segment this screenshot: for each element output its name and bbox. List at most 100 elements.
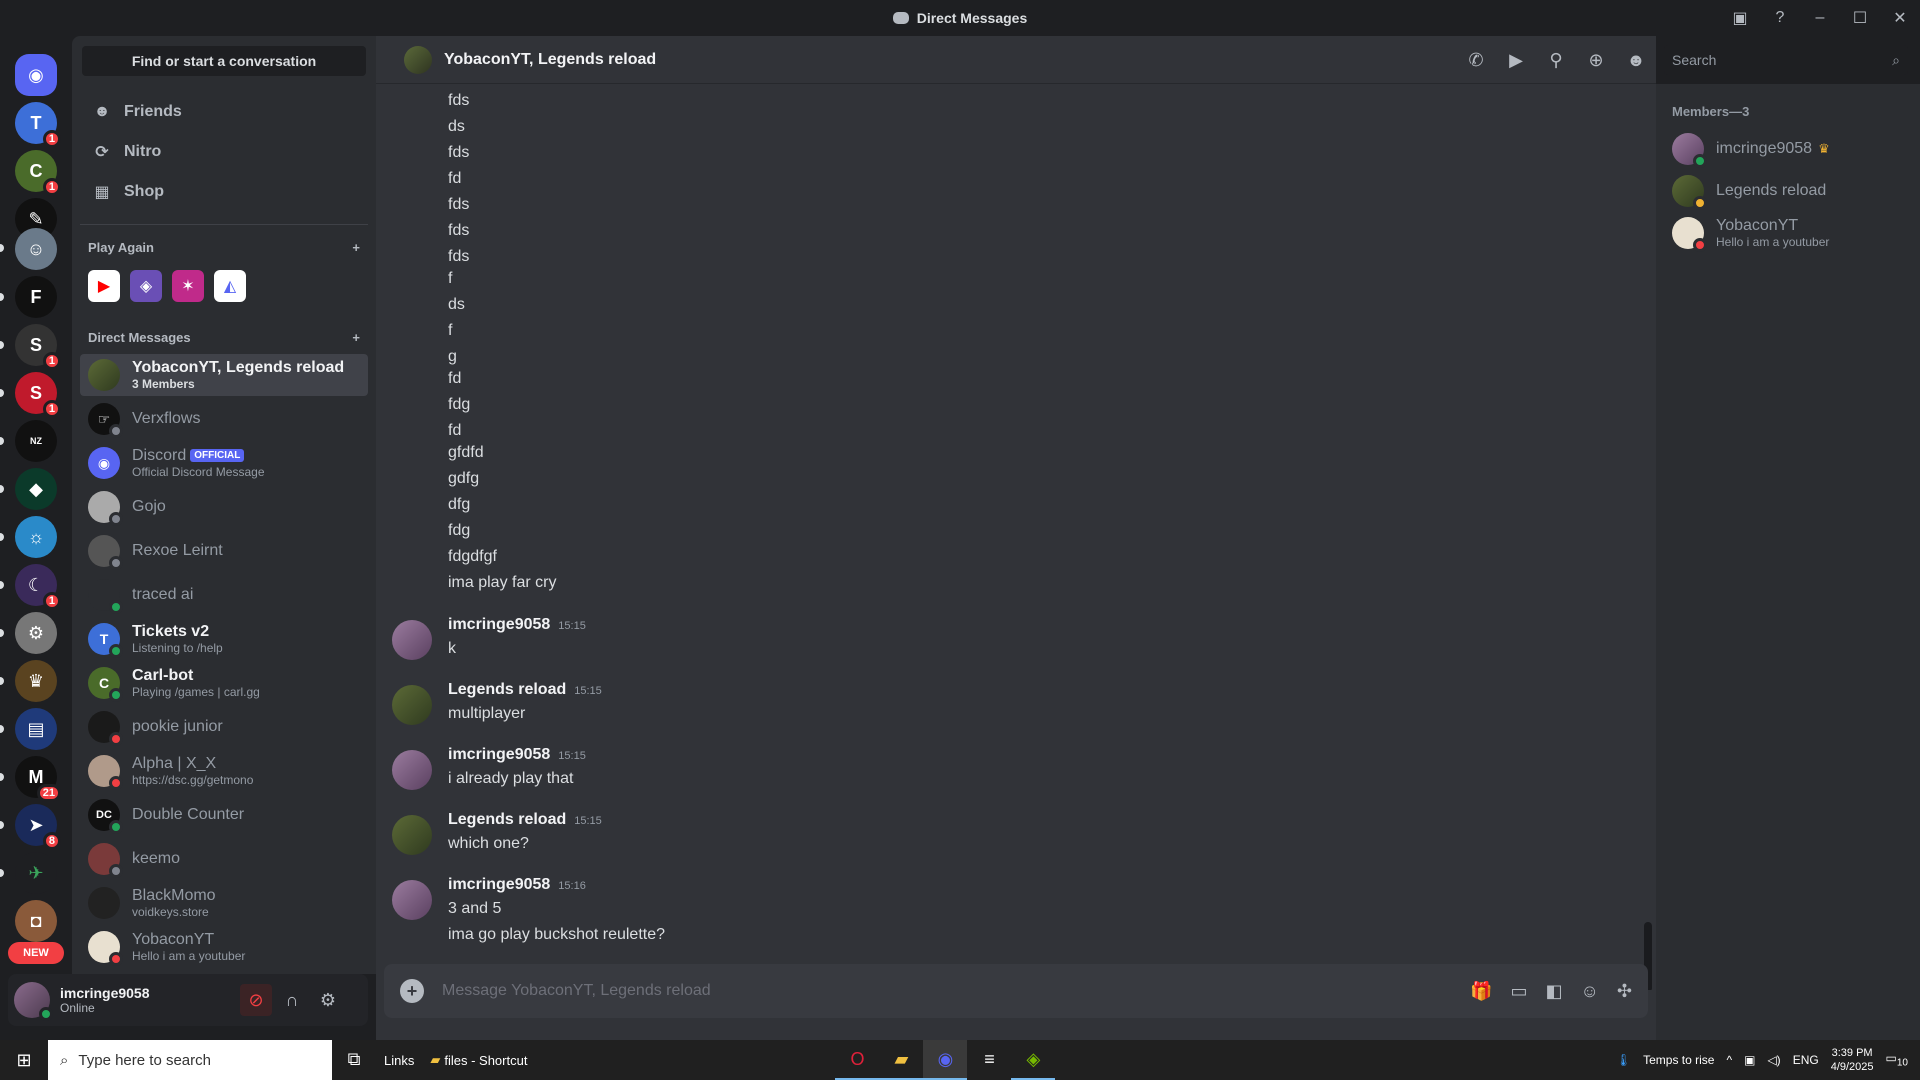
- status-indicator: [39, 1007, 53, 1021]
- gift-icon[interactable]: 🎁: [1470, 981, 1492, 1002]
- search-input[interactable]: Search ⌕: [1664, 45, 1908, 75]
- file-explorer-icon[interactable]: ▰: [879, 1040, 924, 1080]
- dm-item[interactable]: C Carl-bot Playing /games | carl.gg: [80, 662, 368, 704]
- dm-item[interactable]: ☞ Verxflows: [80, 398, 368, 440]
- message-composer[interactable]: + Message YobaconYT, Legends reload 🎁 ▭ …: [384, 964, 1648, 1018]
- dm-item[interactable]: traced ai: [80, 574, 368, 616]
- server-icon[interactable]: ♛: [15, 660, 57, 702]
- add-friends-icon[interactable]: ⊕: [1584, 50, 1608, 71]
- minimize-button[interactable]: –: [1800, 0, 1840, 36]
- message-input[interactable]: Message YobaconYT, Legends reload: [442, 982, 1470, 1000]
- dm-item[interactable]: ◉ Discord OFFICIAL Official Discord Messag…: [80, 442, 368, 484]
- gif-icon[interactable]: ▭: [1510, 981, 1527, 1002]
- message-avatar[interactable]: [392, 815, 432, 855]
- pin-icon[interactable]: ⚲: [1544, 50, 1568, 71]
- clock[interactable]: 3:39 PM 4/9/2025: [1831, 1046, 1874, 1074]
- nav-shop[interactable]: ▦ Shop: [80, 172, 368, 212]
- server-icon[interactable]: S1: [15, 372, 61, 418]
- chevron-up-icon[interactable]: ^: [1726, 1053, 1732, 1067]
- member-list-icon[interactable]: ☻: [1624, 50, 1648, 71]
- discord-taskbar-icon[interactable]: ◉: [923, 1040, 968, 1080]
- server-icon[interactable]: C1: [15, 150, 61, 196]
- links-toolbar[interactable]: Links: [376, 1040, 422, 1080]
- server-icon[interactable]: ✈: [15, 852, 57, 894]
- emoji-icon[interactable]: ☺: [1581, 981, 1599, 1002]
- dm-item[interactable]: DC Double Counter: [80, 794, 368, 836]
- app-icon[interactable]: ≡: [967, 1040, 1011, 1080]
- message-avatar[interactable]: [392, 750, 432, 790]
- server-icon[interactable]: ▤: [15, 708, 57, 750]
- message-author[interactable]: imcringe9058: [448, 876, 550, 894]
- server-icon[interactable]: ◆: [15, 468, 57, 510]
- member-item[interactable]: YobaconYT Hello i am a youtuber: [1664, 212, 1912, 254]
- activity-icon[interactable]: ◈: [130, 270, 162, 302]
- shortcut-item[interactable]: ▰ files - Shortcut: [422, 1040, 535, 1080]
- nvidia-icon[interactable]: ◈: [1011, 1040, 1056, 1080]
- member-item[interactable]: imcringe9058 ♛: [1664, 128, 1912, 170]
- server-icon[interactable]: ☼: [15, 516, 57, 558]
- server-icon[interactable]: ⚙: [15, 612, 57, 654]
- home-button[interactable]: ◉: [15, 54, 57, 96]
- server-icon[interactable]: ➤ 8: [15, 804, 61, 850]
- nav-nitro[interactable]: ⟳ Nitro: [80, 132, 368, 172]
- close-button[interactable]: ✕: [1880, 0, 1920, 36]
- server-icon[interactable]: M 21: [15, 756, 61, 802]
- notification-icon[interactable]: ▭10: [1886, 1051, 1908, 1068]
- member-item[interactable]: Legends reload: [1664, 170, 1912, 212]
- server-icon[interactable]: NZ: [15, 420, 57, 462]
- video-call-icon[interactable]: ▶: [1504, 50, 1528, 71]
- sticker-icon[interactable]: ◧: [1546, 981, 1563, 1002]
- server-icon[interactable]: ☾ 1: [15, 564, 61, 610]
- message-author[interactable]: imcringe9058: [448, 746, 550, 764]
- settings-gear-icon[interactable]: ⚙: [312, 984, 344, 1016]
- find-conversation-button[interactable]: Find or start a conversation: [82, 46, 366, 76]
- dm-item[interactable]: Gojo: [80, 486, 368, 528]
- message-author[interactable]: imcringe9058: [448, 616, 550, 634]
- voice-call-icon[interactable]: ✆: [1464, 50, 1488, 71]
- youtube-icon[interactable]: ▶: [88, 270, 120, 302]
- dm-item[interactable]: BlackMomo voidkeys.store: [80, 882, 368, 924]
- plus-icon[interactable]: +: [352, 240, 360, 258]
- dm-item[interactable]: keemo: [80, 838, 368, 880]
- headphones-icon[interactable]: ∩: [276, 984, 308, 1016]
- server-icon[interactable]: F: [15, 276, 57, 318]
- new-badge[interactable]: NEW: [8, 942, 64, 964]
- windows-start-icon[interactable]: ⊞: [0, 1040, 48, 1080]
- dm-item[interactable]: Alpha | X_X https://dsc.gg/getmono: [80, 750, 368, 792]
- help-icon[interactable]: ?: [1760, 0, 1800, 36]
- inbox-icon[interactable]: ▣: [1720, 0, 1760, 36]
- official-tag: OFFICIAL: [190, 449, 245, 463]
- activity-icon[interactable]: ◭: [214, 270, 246, 302]
- weather-text[interactable]: Temps to rise: [1643, 1053, 1714, 1067]
- dm-item[interactable]: pookie junior: [80, 706, 368, 748]
- message-avatar[interactable]: [392, 620, 432, 660]
- server-icon[interactable]: ☺: [15, 228, 57, 270]
- opera-icon[interactable]: O: [835, 1040, 880, 1080]
- message-author[interactable]: Legends reload: [448, 681, 566, 699]
- maximize-button[interactable]: ☐: [1840, 0, 1880, 36]
- dm-name: Alpha | X_X: [132, 755, 217, 772]
- dm-item[interactable]: YobaconYT, Legends reload 3 Members: [80, 354, 368, 396]
- network-icon[interactable]: ▣: [1744, 1053, 1755, 1067]
- mute-mic-icon[interactable]: ⊘: [240, 984, 272, 1016]
- nav-friends[interactable]: ☻ Friends: [80, 92, 368, 132]
- dm-item[interactable]: Rexoe Leirnt: [80, 530, 368, 572]
- plus-icon[interactable]: +: [352, 330, 360, 348]
- attach-plus-icon[interactable]: +: [400, 979, 424, 1003]
- task-view-icon[interactable]: ⧉: [332, 1040, 376, 1080]
- server-icon[interactable]: T1: [15, 102, 61, 148]
- apps-icon[interactable]: ✣: [1617, 981, 1632, 1002]
- server-icon[interactable]: ◘: [15, 900, 57, 942]
- message-avatar[interactable]: [392, 685, 432, 725]
- taskbar-search[interactable]: ⌕ Type here to search: [48, 1040, 332, 1080]
- activity-icon[interactable]: ✶: [172, 270, 204, 302]
- message-time: 15:15: [574, 685, 602, 697]
- message-author[interactable]: Legends reload: [448, 811, 566, 829]
- user-avatar[interactable]: [14, 982, 53, 1021]
- dm-item[interactable]: YobaconYT Hello i am a youtuber: [80, 926, 368, 968]
- volume-icon[interactable]: ◁): [1767, 1053, 1780, 1067]
- dm-item[interactable]: T Tickets v2 Listening to /help: [80, 618, 368, 660]
- language-indicator[interactable]: ENG: [1793, 1053, 1819, 1067]
- message-avatar[interactable]: [392, 880, 432, 920]
- server-icon[interactable]: S1: [15, 324, 61, 370]
